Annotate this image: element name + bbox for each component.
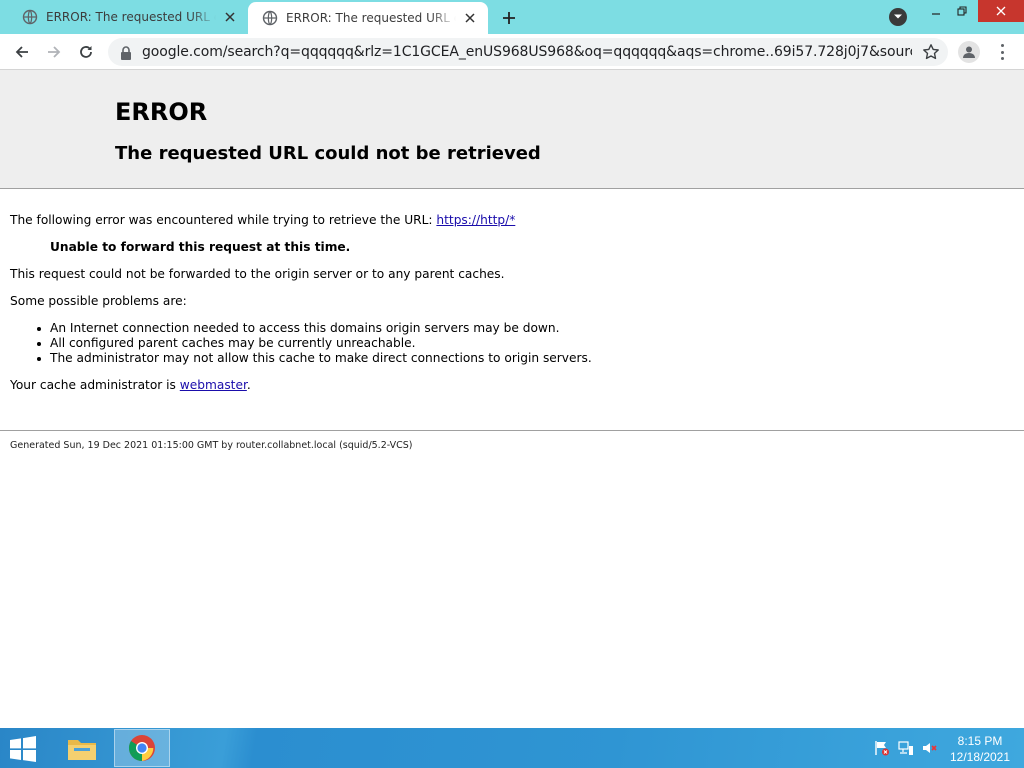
lock-icon [120, 45, 132, 60]
close-icon [996, 6, 1006, 16]
reload-button[interactable] [74, 40, 98, 64]
tab-search-button[interactable] [889, 8, 907, 26]
page-title: ERROR [115, 98, 208, 126]
minimize-icon [932, 13, 940, 15]
error-header: ERROR The requested URL could not be ret… [0, 70, 1024, 189]
restore-icon [957, 6, 967, 16]
tab-strip: ERROR: The requested URL could not be re… [0, 0, 1024, 34]
back-button[interactable] [10, 40, 34, 64]
problems-list: An Internet connection needed to access … [37, 321, 592, 366]
clock-time: 8:15 PM [957, 734, 1003, 748]
page-subtitle: The requested URL could not be retrieved [115, 143, 541, 164]
admin-paragraph: Your cache administrator is webmaster. [10, 378, 251, 392]
page-content: ERROR The requested URL could not be ret… [0, 70, 1024, 728]
globe-icon [22, 9, 38, 25]
reload-icon [80, 46, 92, 58]
person-icon [963, 46, 975, 58]
chrome-icon [128, 735, 155, 762]
requested-url-link[interactable]: https://http/* [436, 213, 515, 227]
arrow-right-icon [48, 46, 61, 58]
forward-button[interactable] [42, 40, 66, 64]
footer-divider [0, 430, 1024, 431]
new-tab-button[interactable] [499, 8, 519, 28]
tab-title: ERROR: The requested URL could not be re… [46, 10, 216, 24]
browser-tab-2[interactable]: ERROR: The requested URL could not be re… [248, 2, 488, 34]
list-item: All configured parent caches may be curr… [37, 336, 592, 351]
taskbar-file-explorer[interactable] [54, 729, 110, 767]
close-tab-icon[interactable] [462, 10, 478, 26]
list-item: The administrator may not allow this cac… [37, 351, 592, 365]
browser-menu-button[interactable] [994, 42, 1010, 62]
bookmark-star-icon[interactable] [922, 43, 940, 61]
restore-button[interactable] [950, 0, 974, 22]
system-clock[interactable]: 8:15 PM 12/18/2021 [944, 733, 1016, 765]
list-item: An Internet connection needed to access … [37, 321, 592, 336]
arrow-left-icon [15, 46, 28, 58]
webmaster-link[interactable]: webmaster [180, 378, 247, 392]
minimize-button[interactable] [924, 0, 948, 22]
globe-icon [262, 10, 278, 26]
folder-icon [68, 740, 96, 760]
admin-text: Your cache administrator is [10, 378, 180, 392]
address-bar[interactable]: google.com/search?q=qqqqqq&rlz=1C1GCEA_e… [108, 38, 948, 66]
taskbar-chrome[interactable] [114, 729, 170, 767]
footer-text: Generated Sun, 19 Dec 2021 01:15:00 GMT … [10, 440, 413, 451]
close-tab-icon[interactable] [222, 9, 238, 25]
window-close-button[interactable] [978, 0, 1024, 22]
url-text[interactable]: google.com/search?q=qqqqqq&rlz=1C1GCEA_e… [142, 44, 912, 60]
browser-toolbar: google.com/search?q=qqqqqq&rlz=1C1GCEA_e… [0, 34, 1024, 70]
volume-muted-icon[interactable] [922, 740, 938, 756]
problems-intro: Some possible problems are: [10, 294, 187, 308]
windows-logo-icon [10, 736, 36, 762]
plus-icon [503, 12, 515, 24]
clock-date: 12/18/2021 [949, 750, 1011, 764]
tab-title: ERROR: The requested URL could not be re… [286, 11, 456, 25]
start-button[interactable] [8, 736, 38, 762]
intro-text: The following error was encountered whil… [10, 213, 437, 227]
error-message: Unable to forward this request at this t… [50, 240, 351, 254]
forward-text: This request could not be forwarded to t… [10, 267, 505, 281]
admin-suffix: . [246, 378, 251, 392]
browser-tab-1[interactable]: ERROR: The requested URL could not be re… [8, 0, 248, 34]
intro-paragraph: The following error was encountered whil… [10, 213, 515, 227]
action-center-flag-icon[interactable] [874, 740, 890, 756]
profile-avatar-button[interactable] [958, 41, 980, 63]
network-icon[interactable] [898, 740, 914, 756]
chevron-down-icon [894, 14, 902, 19]
taskbar: 8:15 PM 12/18/2021 [0, 728, 1024, 768]
